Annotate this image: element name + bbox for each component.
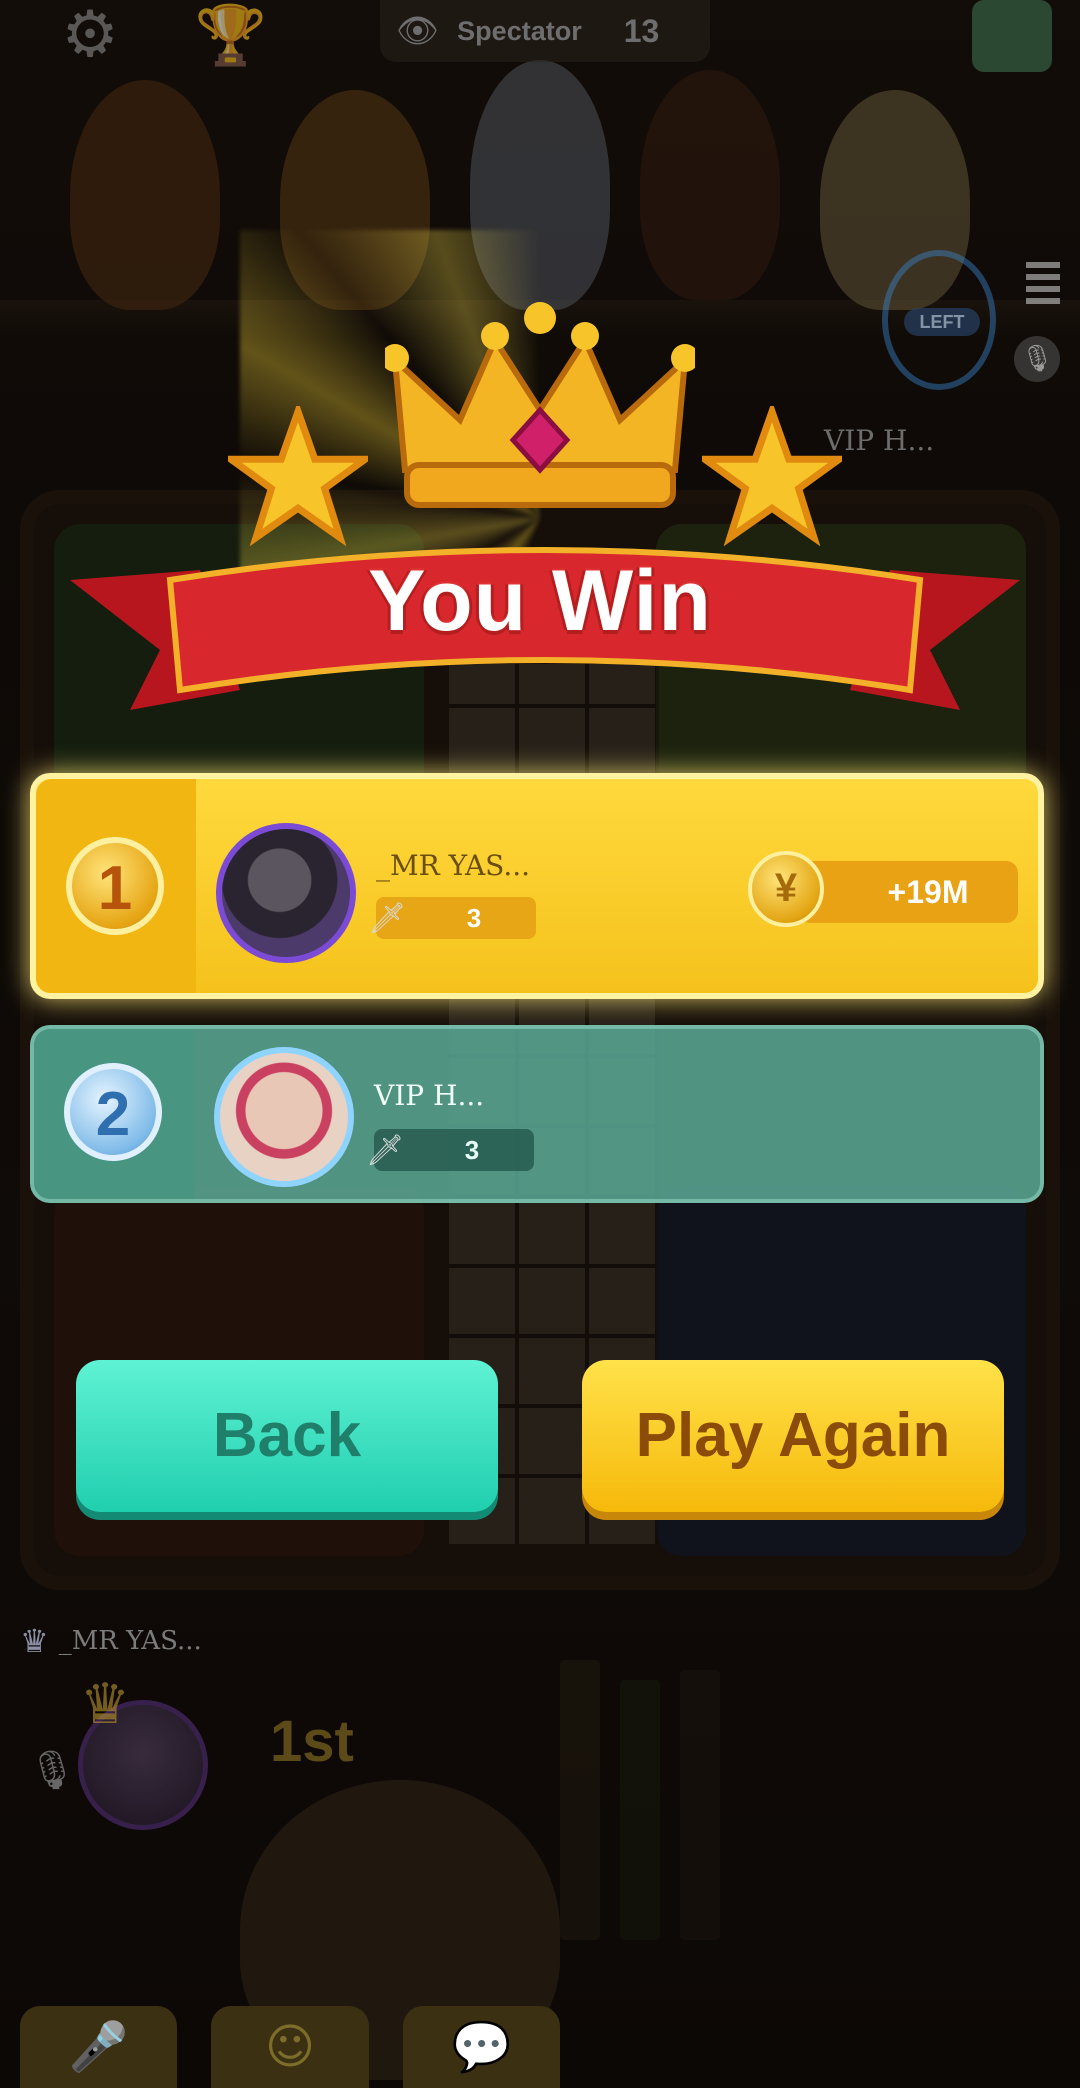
player-avatar[interactable] (214, 1047, 354, 1187)
eye-icon: 👁 (396, 11, 440, 51)
bottom-bar: 🎤 ☺ 💬 (20, 2006, 560, 2088)
sword-icon: 🗡 (365, 1132, 405, 1168)
player-mic-icon: 🎙 (28, 1748, 77, 1792)
result-row-first: 1 _MR YAS... 🗡 3 +19M ¥ (30, 773, 1044, 999)
top-bar: ⚙ 🏆 👁 Spectator 13 (0, 0, 1080, 72)
score-pill: 🗡 3 (368, 897, 536, 939)
silver-medal-icon: 2 (64, 1063, 162, 1161)
trophy-icon[interactable]: 🏆 (186, 0, 276, 70)
player-name: _MR YAS... (376, 849, 531, 882)
result-row-second: 2 VIP H... 🗡 3 (30, 1025, 1044, 1203)
win-title: You Win (368, 553, 712, 649)
left-status-badge: LEFT (882, 250, 996, 390)
score-value: 3 (464, 1134, 480, 1165)
sword-icon: 🗡 (367, 900, 407, 936)
score-value: 3 (466, 902, 482, 933)
spectator-count: 13 (623, 12, 660, 49)
player-avatar[interactable] (216, 823, 356, 963)
gold-medal-icon: 1 (66, 837, 164, 935)
chat-icon[interactable]: 💬 (402, 2006, 560, 2088)
rank-cell: 1 (36, 779, 196, 993)
back-button[interactable]: Back (76, 1360, 498, 1512)
crown-icon (385, 302, 695, 508)
score-pill: 🗡 3 (366, 1129, 534, 1171)
gear-icon[interactable]: ⚙ (48, 2, 132, 68)
menu-icon[interactable] (1026, 262, 1060, 308)
emoji-icon[interactable]: ☺ (211, 2006, 369, 2088)
local-player-name: _MR YAS... (58, 1626, 202, 1656)
reward-amount: +19M (887, 874, 969, 910)
shop-bag-icon[interactable] (972, 0, 1052, 72)
left-label: LEFT (904, 308, 980, 336)
mic-icon[interactable]: 🎙 (1014, 336, 1060, 382)
reward-pill: +19M (798, 861, 1018, 923)
star-icon-right (702, 406, 842, 546)
microphone-icon[interactable]: 🎤 (20, 2006, 178, 2088)
place-label: 1st (270, 1709, 354, 1774)
player-name: VIP H... (374, 1079, 485, 1112)
spectator-indicator[interactable]: 👁 Spectator 13 (380, 0, 710, 62)
crown-icon: ♛ (20, 1622, 49, 1660)
winner-crown-icon: ♛ (80, 1672, 131, 1737)
star-icon-left (228, 406, 368, 546)
local-player-name-row: ♛ _MR YAS... (20, 1622, 202, 1660)
play-again-button[interactable]: Play Again (582, 1360, 1004, 1512)
coin-icon: ¥ (748, 851, 824, 927)
spectator-label: Spectator (457, 15, 582, 46)
rank-cell: 2 (34, 1029, 194, 1199)
